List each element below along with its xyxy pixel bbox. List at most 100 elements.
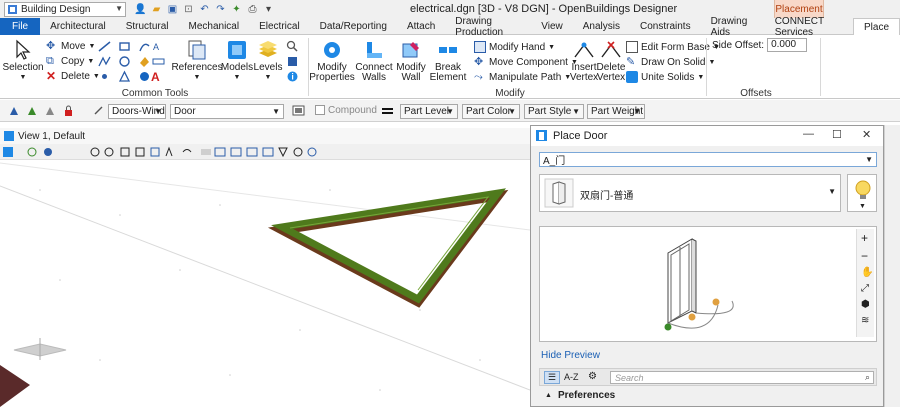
attributes-icon[interactable] bbox=[286, 55, 299, 68]
copy-button[interactable]: ⧉ Copy ▼ bbox=[46, 54, 94, 68]
close-icon[interactable]: ✕ bbox=[862, 128, 871, 141]
compound-checkbox[interactable] bbox=[315, 105, 325, 115]
print-icon[interactable]: ⎙ bbox=[246, 3, 259, 16]
tab-mechanical[interactable]: Mechanical bbox=[179, 18, 250, 35]
line-tool-icon[interactable] bbox=[98, 40, 111, 53]
fill-color-icon[interactable] bbox=[138, 55, 151, 68]
chevron-down-icon: ▼ bbox=[865, 155, 873, 164]
place-tool-icon-1[interactable] bbox=[8, 104, 21, 117]
drawing-canvas[interactable] bbox=[0, 160, 531, 407]
move-component-button[interactable]: ✥ Move Component ▼ bbox=[474, 55, 578, 69]
manipulate-path-button[interactable]: ⤳ Manipulate Path ▼ bbox=[474, 70, 571, 84]
break-element-button[interactable]: Break Element bbox=[428, 39, 468, 83]
zoom-out-icon[interactable]: − bbox=[861, 249, 868, 263]
tab-constraints[interactable]: Constraints bbox=[630, 18, 701, 35]
place-door-title: Place Door bbox=[553, 130, 608, 142]
tab-analysis[interactable]: Analysis bbox=[573, 18, 630, 35]
models-button[interactable]: Models ▼ bbox=[221, 39, 253, 83]
modify-properties-button[interactable]: Modify Properties bbox=[309, 39, 355, 83]
place-tool-icon-2[interactable] bbox=[26, 104, 39, 117]
modify-hand-button[interactable]: Modify Hand ▼ bbox=[474, 40, 555, 54]
tab-drawing-aids[interactable]: Drawing Aids bbox=[701, 16, 765, 38]
minimize-icon[interactable]: — bbox=[803, 128, 814, 140]
unite-solids-button[interactable]: Unite Solids ▼ bbox=[626, 70, 704, 84]
workspace-select[interactable]: Building Design ▼ bbox=[4, 1, 126, 17]
tab-file[interactable]: File bbox=[0, 18, 41, 35]
draw-on-solid-button[interactable]: ✎ Draw On Solid ▼ bbox=[626, 55, 715, 69]
catalog-select[interactable]: A_门 ▼ bbox=[539, 152, 877, 167]
delete-vertex-icon bbox=[601, 41, 621, 58]
customize-icon[interactable]: ▾ bbox=[262, 3, 275, 16]
browse-icon[interactable] bbox=[292, 104, 305, 117]
place-arc-icon[interactable] bbox=[138, 40, 151, 53]
lock-icon[interactable]: ⊡ bbox=[182, 3, 195, 16]
levels-button[interactable]: Levels ▼ bbox=[254, 39, 282, 83]
rotate-view-icon[interactable]: ⬢ bbox=[861, 299, 870, 310]
undo-icon[interactable]: ↶ bbox=[198, 3, 211, 16]
preferences-section[interactable]: ▲ Preferences bbox=[539, 388, 877, 402]
lock-tool-icon[interactable] bbox=[62, 104, 75, 117]
sort-az-button[interactable]: A-Z bbox=[564, 372, 579, 382]
part-level-button[interactable]: Part Level ▼ bbox=[400, 104, 458, 119]
category-icon[interactable]: ⚙ bbox=[588, 371, 597, 382]
chevron-down-icon: ▼ bbox=[828, 187, 836, 196]
shape-icon[interactable] bbox=[118, 70, 131, 83]
find-icon[interactable] bbox=[286, 40, 299, 53]
tab-attach[interactable]: Attach bbox=[397, 18, 445, 35]
copy-icon: ⧉ bbox=[46, 55, 54, 67]
polyline-icon[interactable] bbox=[98, 55, 111, 68]
maximize-icon[interactable]: ☐ bbox=[832, 128, 842, 141]
right-scrollbar[interactable] bbox=[884, 125, 900, 407]
layers-icon[interactable]: ≋ bbox=[861, 315, 869, 326]
user-icon[interactable]: 👤 bbox=[134, 3, 147, 16]
list-view-icon[interactable]: ☰ bbox=[544, 371, 560, 384]
hide-preview-link[interactable]: Hide Preview bbox=[541, 350, 600, 361]
references-button[interactable]: References ▼ bbox=[171, 39, 223, 83]
tab-structural[interactable]: Structural bbox=[116, 18, 179, 35]
grid-line bbox=[0, 185, 531, 391]
pin-icon[interactable]: ✦ bbox=[230, 3, 243, 16]
side-offset-input[interactable]: 0.000 bbox=[767, 38, 808, 52]
part-weight-button[interactable]: Part Weight ▼ bbox=[587, 104, 645, 119]
view-control-icons[interactable] bbox=[3, 146, 323, 158]
connect-walls-button[interactable]: Connect Walls bbox=[355, 39, 393, 83]
search-input[interactable]: Search ⌕ bbox=[610, 371, 874, 384]
tab-connect-services[interactable]: CONNECT Services bbox=[765, 16, 853, 38]
move-button[interactable]: ✥ Move ▼ bbox=[46, 39, 95, 53]
line-weight-icon[interactable] bbox=[381, 104, 394, 117]
selection-button[interactable]: Selection ▼ bbox=[2, 39, 44, 83]
part-color-button[interactable]: Part Color ▼ bbox=[462, 104, 520, 119]
text-style-icon[interactable]: A bbox=[150, 70, 163, 83]
place-block-icon[interactable] bbox=[118, 40, 131, 53]
lightbulb-button[interactable]: ▼ bbox=[847, 174, 877, 212]
open-folder-icon[interactable]: ▰ bbox=[150, 3, 163, 16]
modify-wall-button[interactable]: Modify Wall bbox=[394, 39, 428, 83]
tab-data-reporting[interactable]: Data/Reporting bbox=[310, 18, 397, 35]
point-icon[interactable] bbox=[98, 70, 111, 83]
tab-place[interactable]: Place bbox=[853, 18, 900, 36]
collapse-icon[interactable]: ▲ bbox=[545, 392, 552, 399]
drawing-viewport[interactable] bbox=[0, 160, 531, 407]
pan-hand-icon[interactable]: ✋ bbox=[861, 267, 873, 278]
part-select[interactable]: Door ▼ bbox=[170, 104, 284, 119]
tab-electrical[interactable]: Electrical bbox=[249, 18, 310, 35]
tab-view[interactable]: View bbox=[531, 18, 573, 35]
door-type-select[interactable]: 双扇门-普通 ▼ bbox=[539, 174, 841, 212]
tab-architectural[interactable]: Architectural bbox=[40, 18, 116, 35]
insert-vertex-button[interactable]: Insert Vertex bbox=[570, 39, 598, 83]
measure-icon[interactable] bbox=[152, 55, 165, 68]
delete-vertex-button[interactable]: Delete Vertex bbox=[597, 39, 625, 83]
redo-icon[interactable]: ↷ bbox=[214, 3, 227, 16]
place-circle-icon[interactable] bbox=[118, 55, 131, 68]
tab-drawing-production[interactable]: Drawing Production bbox=[445, 16, 531, 38]
info-icon[interactable] bbox=[286, 70, 299, 83]
save-icon[interactable]: ▣ bbox=[166, 3, 179, 16]
part-style-button[interactable]: Part Style ▼ bbox=[524, 104, 584, 119]
zoom-in-icon[interactable]: + bbox=[861, 231, 868, 245]
pick-icon[interactable] bbox=[92, 104, 105, 117]
place-tool-icon-3[interactable] bbox=[44, 104, 57, 117]
place-text-icon[interactable]: A bbox=[152, 40, 165, 53]
fit-view-icon[interactable]: ⤢ bbox=[861, 283, 869, 294]
family-select[interactable]: Doors-Wind ▼ bbox=[108, 104, 166, 119]
delete-button[interactable]: ✕ Delete ▼ bbox=[46, 69, 100, 83]
